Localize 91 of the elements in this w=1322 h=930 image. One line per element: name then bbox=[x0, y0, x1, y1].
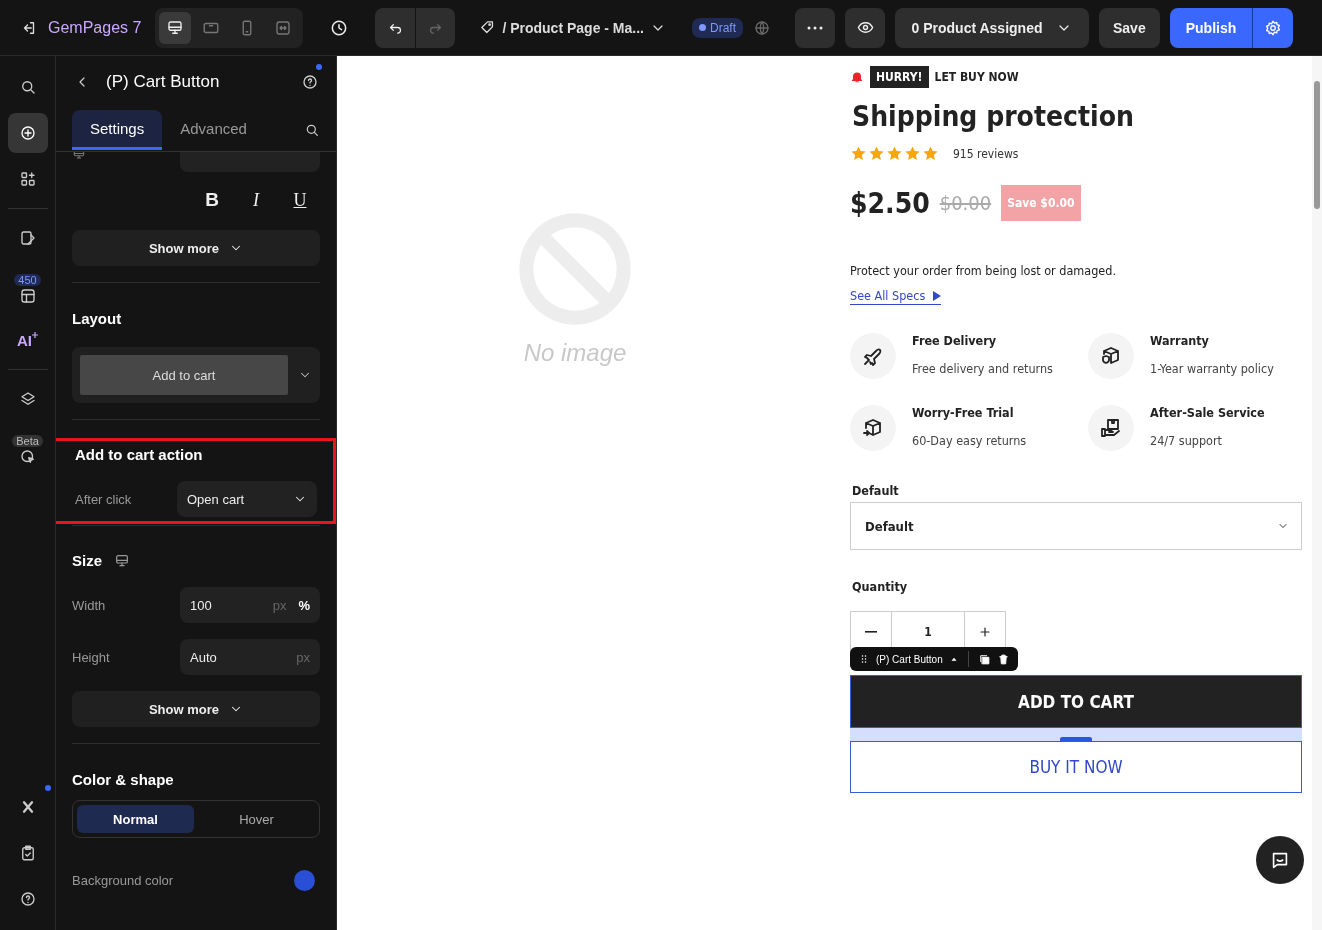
grid-plus-icon bbox=[18, 170, 37, 188]
fit-icon bbox=[274, 18, 293, 37]
cursor-target-icon bbox=[18, 447, 37, 466]
star-icon bbox=[904, 145, 921, 162]
add-to-cart-button[interactable]: ADD TO CART bbox=[850, 675, 1302, 728]
format-button[interactable]: U bbox=[286, 186, 314, 214]
variant-label: Default bbox=[852, 483, 900, 498]
element-name[interactable]: (P) Cart Button bbox=[876, 653, 943, 665]
feature-title: Free Delivery bbox=[912, 333, 998, 348]
compare-price: $0.00 bbox=[939, 191, 992, 215]
save-badge: Save $0.00 bbox=[1001, 185, 1081, 221]
show-more-button[interactable]: Show more bbox=[72, 230, 320, 266]
feature-text: 1-Year warranty policy bbox=[1150, 361, 1274, 376]
device-button[interactable] bbox=[159, 11, 192, 44]
minus-icon bbox=[865, 630, 877, 633]
format-button[interactable]: I bbox=[242, 186, 270, 214]
bell-icon bbox=[850, 70, 864, 84]
star-icon bbox=[868, 145, 885, 162]
panel-tab[interactable]: Advanced bbox=[162, 109, 265, 150]
status-badge: Draft bbox=[692, 17, 743, 38]
after-click-label: After click bbox=[75, 491, 132, 507]
state-tab[interactable]: Hover bbox=[198, 805, 315, 833]
field-label: Width bbox=[72, 597, 106, 613]
section-title: Add to cart action bbox=[75, 445, 204, 465]
variant-select[interactable]: Default bbox=[850, 502, 1302, 550]
show-more-button[interactable]: Show more bbox=[72, 691, 320, 727]
page-title[interactable]: / Product Page - Ma... bbox=[502, 19, 644, 36]
app-logo[interactable]: GemPages 7 bbox=[48, 18, 142, 37]
background-color-label: Background color bbox=[72, 873, 174, 888]
layout-icon bbox=[18, 286, 37, 305]
help-icon bbox=[301, 73, 319, 91]
settings-button[interactable] bbox=[1252, 7, 1294, 48]
desktop-icon bbox=[114, 552, 130, 569]
hand-box-icon bbox=[1099, 416, 1123, 440]
field-label: Height bbox=[72, 649, 110, 665]
review-count: 915 reviews bbox=[953, 146, 1019, 161]
product-assigned-dropdown[interactable]: 0 Product Assigned bbox=[895, 7, 1089, 48]
product-description: Protect your order from being lost or damaged. bbox=[850, 263, 1117, 278]
trash-icon bbox=[996, 652, 1010, 666]
duplicate-icon bbox=[977, 652, 991, 666]
specs-link[interactable]: See All Specs bbox=[850, 288, 942, 305]
buy-now-button[interactable]: BUY IT NOW bbox=[850, 741, 1302, 793]
color-swatch[interactable] bbox=[294, 870, 315, 891]
preview-button[interactable] bbox=[845, 7, 885, 48]
unit-toggle[interactable]: % bbox=[298, 597, 310, 613]
layout-option[interactable]: Add to cart bbox=[80, 355, 288, 395]
section-title: Size bbox=[72, 552, 102, 569]
star-icon bbox=[886, 145, 903, 162]
quantity-label: Quantity bbox=[852, 579, 909, 594]
ai-label: AI bbox=[17, 331, 32, 349]
more-icon bbox=[807, 25, 823, 30]
section-title: Layout bbox=[72, 309, 123, 329]
urgency-text: LET BUY NOW bbox=[934, 70, 1019, 84]
help-icon bbox=[18, 890, 37, 908]
templates-rail-button[interactable]: 450 bbox=[7, 264, 48, 314]
star-icon bbox=[850, 145, 867, 162]
feature-text: 24/7 support bbox=[1150, 433, 1223, 448]
play-icon bbox=[933, 290, 942, 301]
state-tab[interactable]: Normal bbox=[77, 805, 194, 833]
desktop-icon bbox=[166, 18, 185, 37]
settings-icon bbox=[1264, 18, 1283, 37]
feature-title: Worry-Free Trial bbox=[912, 405, 1015, 420]
ai-rail-button[interactable]: AI bbox=[7, 320, 48, 360]
layout-picker[interactable]: Add to cart bbox=[72, 347, 320, 403]
after-click-dropdown[interactable]: Open cart bbox=[177, 481, 317, 517]
feature-title: Warranty bbox=[1150, 333, 1210, 348]
layers-icon bbox=[18, 390, 37, 408]
publish-button[interactable]: Publish bbox=[1169, 7, 1253, 48]
panel-tab[interactable]: Settings bbox=[72, 109, 163, 150]
pages-icon bbox=[18, 229, 37, 247]
urgency-badge: HURRY! bbox=[870, 66, 929, 88]
interaction-rail-button[interactable]: Beta bbox=[7, 425, 48, 475]
save-button[interactable]: Save bbox=[1099, 7, 1160, 48]
star-icon bbox=[922, 145, 939, 162]
chat-button[interactable] bbox=[1256, 836, 1304, 884]
format-button[interactable]: B bbox=[198, 186, 226, 214]
sparkle-icon bbox=[32, 331, 38, 338]
size-field[interactable]: Auto px bbox=[180, 639, 320, 675]
add-icon bbox=[18, 124, 37, 142]
feature-title: After-Sale Service bbox=[1150, 405, 1265, 420]
section-title: Color & shape bbox=[72, 771, 174, 788]
scrollbar[interactable] bbox=[1312, 56, 1322, 930]
size-field[interactable]: 100 px % bbox=[180, 587, 320, 623]
feature-text: Free delivery and returns bbox=[912, 361, 1053, 376]
product-title: Shipping protection bbox=[852, 100, 1135, 133]
more-button[interactable] bbox=[795, 7, 835, 48]
add-rail-button[interactable] bbox=[7, 113, 48, 153]
price: $2.50 bbox=[850, 186, 930, 220]
feature-text: 60-Day easy returns bbox=[912, 433, 1027, 448]
panel-title: (P) Cart Button bbox=[106, 72, 221, 92]
globe-icon bbox=[753, 18, 771, 37]
